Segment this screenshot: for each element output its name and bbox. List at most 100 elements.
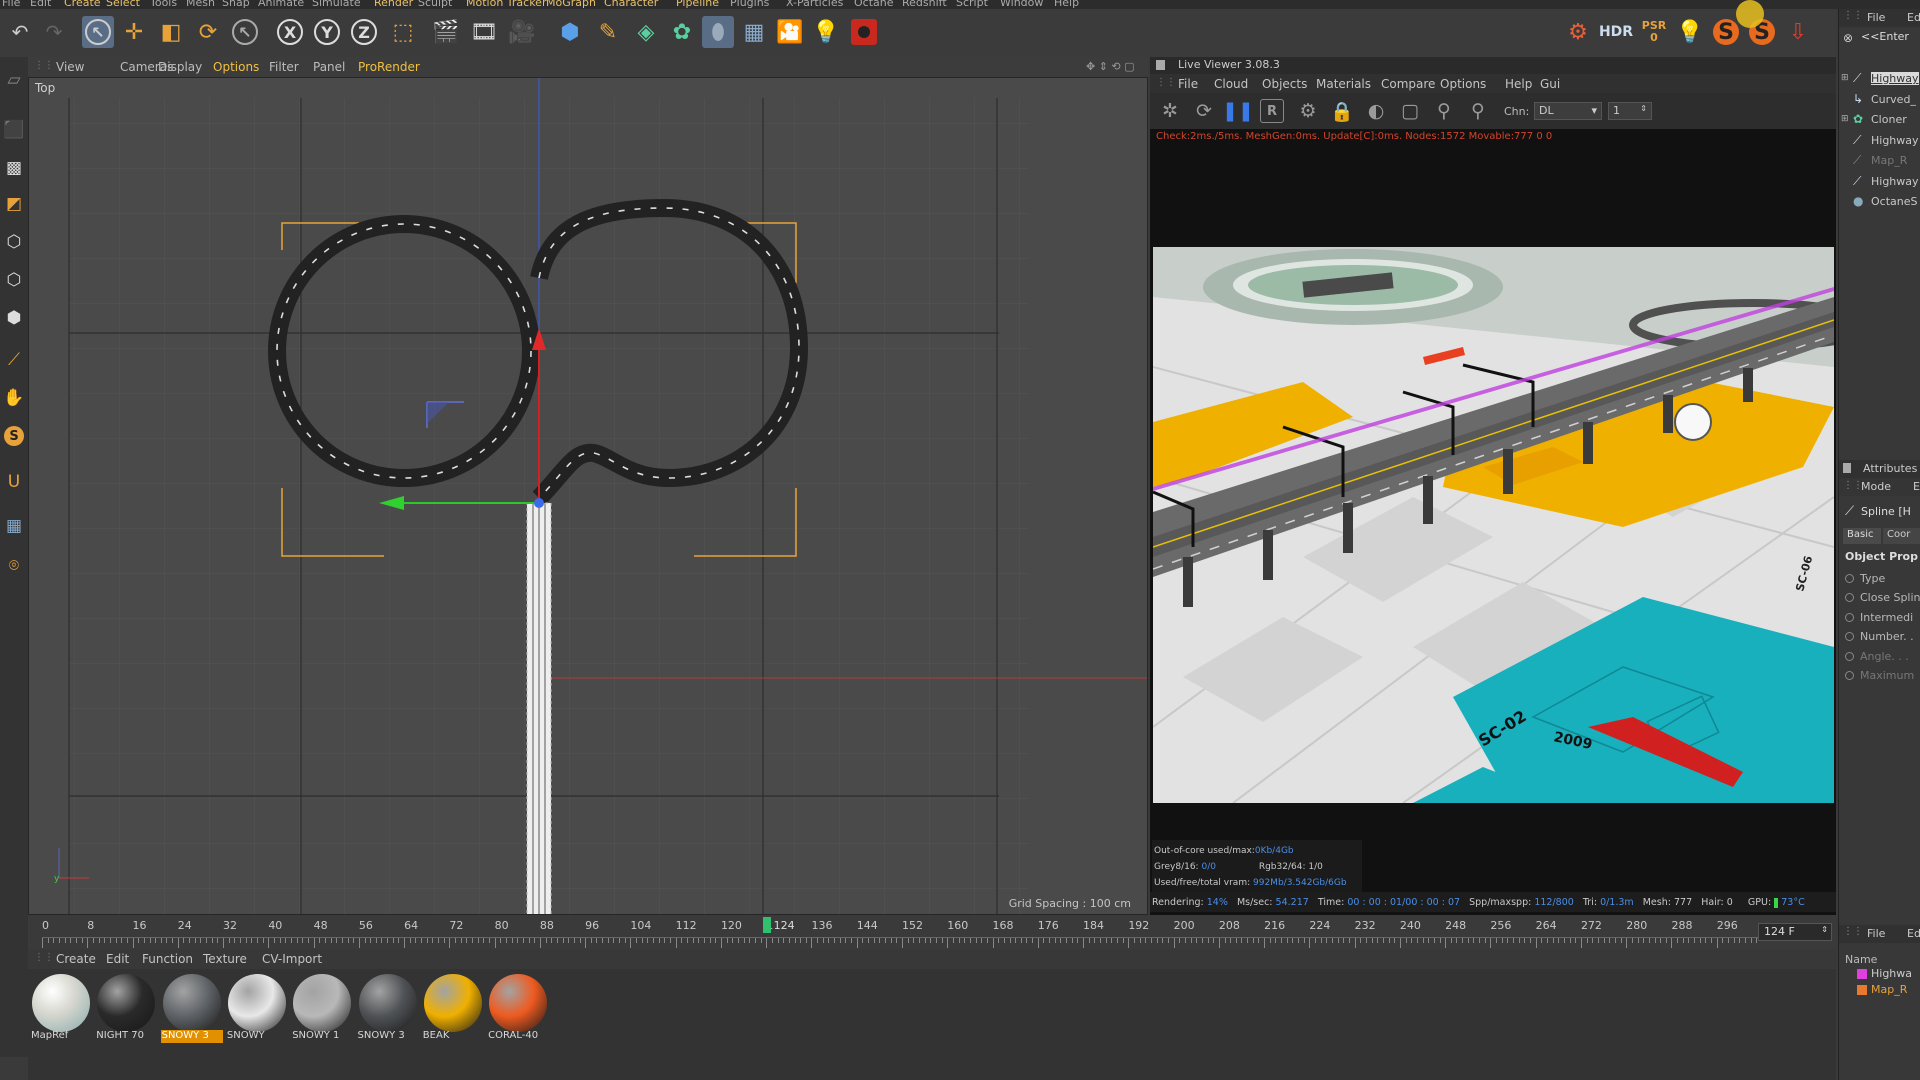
attr-row-intermedi[interactable]: Intermedi [1845,611,1913,624]
lv-menu-gui[interactable]: Gui [1540,77,1560,91]
material-swatch[interactable]: CORAL-40 [487,972,549,1044]
pause-icon[interactable]: ❚❚ [1222,99,1254,123]
make-editable-icon[interactable]: ▱ [2,67,26,93]
layer-item-2[interactable]: Map_R [1871,983,1907,996]
octane-settings-icon[interactable]: ⚙ [1562,16,1594,48]
model-mode-icon[interactable]: ⬛ [2,117,26,143]
menu-script[interactable]: Script [956,0,988,9]
y-axis-lock[interactable]: Y [311,16,343,48]
menu-sculpt[interactable]: Sculpt [418,0,452,9]
lock-icon[interactable]: 🔒 [1330,99,1354,123]
attr-row-type[interactable]: Type [1845,572,1885,585]
restart-render-icon[interactable]: ⟳ [1192,99,1216,123]
focus-picker-icon[interactable]: ⚲ [1432,99,1456,123]
edges-mode-icon[interactable]: ⬡ [2,267,26,293]
undo-icon[interactable]: ↶ [4,16,36,48]
om-menu-edit[interactable]: Edit [1907,11,1920,24]
axis-icon[interactable]: ⟋ [2,347,26,373]
white-balance-picker-icon[interactable]: ⚲ [1466,99,1490,123]
cloner-icon[interactable]: ✿ [666,16,698,48]
lv-menu-compare[interactable]: Compare [1381,77,1435,91]
points-mode-icon[interactable]: ⬡ [2,229,26,255]
object-row[interactable]: ⟋ Highway [1841,174,1920,193]
material-swatch[interactable]: NIGHT 70 [95,972,157,1044]
menu-edit[interactable]: Edit [30,0,51,9]
render-picture-viewer-icon[interactable]: 🎞 [468,16,500,48]
object-row[interactable]: ⟋ Highway ⊞ [1841,71,1920,90]
menu-create[interactable]: Create [64,0,101,9]
lock-workplane-icon[interactable]: ⌾ [2,553,26,579]
om-menu-file[interactable]: File [1867,11,1885,24]
playhead[interactable] [762,917,771,933]
menu-mesh[interactable]: Mesh [186,0,215,9]
coordinate-system-icon[interactable]: ⬚ [387,16,419,48]
menu-select[interactable]: Select [106,0,140,9]
workplane-icon[interactable]: ◩ [2,191,26,217]
material-menu-cv-import[interactable]: CV-Import [262,952,322,966]
menu-snap[interactable]: Snap [222,0,250,9]
material-swatch[interactable]: MapRef [30,972,92,1044]
channel-number[interactable]: 1 ⇕ [1608,102,1652,120]
menu-pipeline[interactable]: Pipeline [676,0,719,9]
object-row[interactable]: ● OctaneS [1841,194,1920,213]
viewport-menu-options[interactable]: Options [213,60,259,74]
layers-menu-file[interactable]: File [1867,927,1885,940]
menu-simulate[interactable]: Simulate [312,0,361,9]
object-row[interactable]: ✿ Cloner ⊞ [1841,112,1920,131]
tweak-icon[interactable]: ✋ [2,385,26,411]
menu-file[interactable]: File [2,0,20,9]
menu-tools[interactable]: Tools [150,0,177,9]
subdivision-icon[interactable]: ◈ [630,16,662,48]
menu-window[interactable]: Window [1000,0,1043,9]
redo-icon[interactable]: ↷ [38,16,70,48]
hdr-icon[interactable]: HDR [1599,16,1633,48]
pen-spline-icon[interactable]: ✎ [592,16,624,48]
record-icon[interactable] [848,16,880,48]
object-row[interactable]: ⟋ Highway [1841,133,1920,152]
scale-tool-icon[interactable]: ◧ [155,16,187,48]
menu-help[interactable]: Help [1054,0,1079,9]
attr-edit-menu[interactable]: E [1913,480,1920,493]
menu-character[interactable]: Character [604,0,658,9]
lv-menu-file[interactable]: File [1178,77,1198,91]
viewport-top[interactable]: y Top Grid Spacing : 100 cm [28,77,1148,915]
tab-coord[interactable]: Coor [1883,528,1920,544]
last-tool-icon[interactable]: ↖ [229,16,261,48]
material-picker-icon[interactable]: ◐ [1364,99,1388,123]
object-search-input[interactable]: <<Enter [1861,30,1920,46]
x-axis-lock[interactable]: X [274,16,306,48]
menu-plugins[interactable]: Plugins [730,0,769,9]
live-selection-tool[interactable]: ↖ [82,16,114,48]
viewport-menu-panel[interactable]: Panel [313,60,345,74]
viewport-menu-view[interactable]: View [56,60,84,74]
deformer-icon[interactable]: ⬮ [702,16,734,48]
lv-menu-options[interactable]: Options [1440,77,1486,91]
object-row[interactable]: ⟋ Map_R [1841,153,1920,172]
material-swatch[interactable]: BEAK [422,972,484,1044]
cube-primitive-icon[interactable]: ⬢ [554,16,586,48]
lv-settings-icon[interactable]: ⚙ [1296,99,1320,123]
material-menu-create[interactable]: Create [56,952,96,966]
material-menu-edit[interactable]: Edit [106,952,129,966]
camera-icon[interactable]: 🎦 [774,16,806,48]
attr-row-close-splin[interactable]: Close Splin [1845,591,1920,604]
region-render-icon[interactable]: R [1260,99,1284,123]
expand-icon[interactable]: ⊞ [1841,73,1849,83]
rotate-tool-icon[interactable]: ⟳ [192,16,224,48]
close-icon[interactable]: ⊗ [1843,31,1853,45]
material-swatch[interactable]: SNOWY 3 [357,972,419,1044]
object-row[interactable]: ↳ Curved_ [1841,92,1920,111]
menu-render[interactable]: Render [374,0,413,9]
layer-item-1[interactable]: Highwa [1871,967,1912,980]
lv-menu-cloud[interactable]: Cloud [1214,77,1248,91]
menu-mograph[interactable]: MoGraph [546,0,596,9]
lv-menu-objects[interactable]: Objects [1262,77,1307,91]
material-swatch[interactable]: SNOWY 3 [160,972,223,1044]
expand-icon[interactable]: ⊞ [1841,114,1849,124]
menu-animate[interactable]: Animate [258,0,304,9]
layers-menu-edit[interactable]: Edit [1907,927,1920,940]
floor-icon[interactable]: ▦ [738,16,770,48]
menu-octane[interactable]: Octane [854,0,894,9]
material-swatch[interactable]: SNOWY [226,972,288,1044]
menu-redshift[interactable]: Redshift [902,0,947,9]
